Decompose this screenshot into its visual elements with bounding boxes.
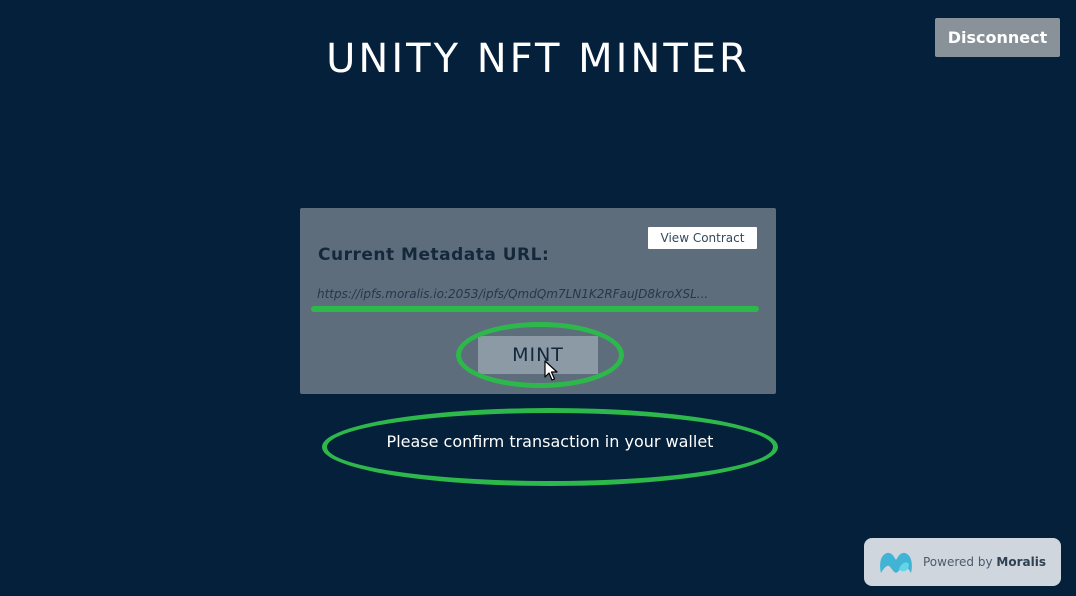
moralis-logo-icon	[880, 552, 912, 573]
moralis-brand-text: Moralis	[996, 555, 1046, 569]
view-contract-button[interactable]: View Contract	[648, 227, 757, 249]
powered-by-text: Powered by Moralis	[923, 555, 1046, 569]
metadata-url-label: Current Metadata URL:	[318, 245, 550, 265]
app-title: UNITY NFT MINTER	[326, 36, 750, 82]
metadata-url-value: https://ipfs.moralis.io:2053/ipfs/QmdQm7…	[317, 287, 709, 301]
powered-by-moralis-badge[interactable]: Powered by Moralis	[864, 538, 1061, 586]
status-message: Please confirm transaction in your walle…	[386, 432, 714, 451]
url-highlight-underline	[311, 306, 759, 312]
disconnect-button[interactable]: Disconnect	[935, 18, 1060, 57]
mint-highlight-ellipse	[456, 322, 624, 388]
mouse-pointer-icon	[544, 360, 558, 381]
